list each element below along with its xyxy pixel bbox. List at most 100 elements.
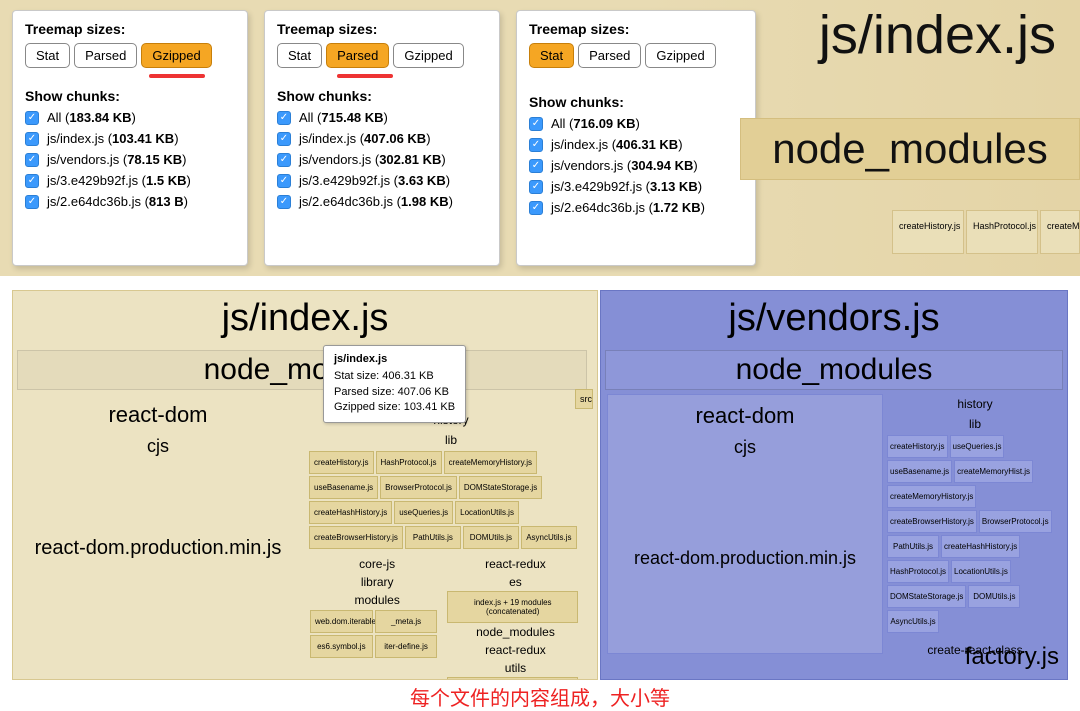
gzipped-button[interactable]: Gzipped [141,43,211,68]
stat-button[interactable]: Stat [529,43,574,68]
treemap-cell[interactable]: connectAdvanced.js [447,677,578,680]
treemap-cell[interactable]: LocationUtils.js [455,501,519,524]
treemap-cell[interactable]: HashProtocol.js [966,210,1038,254]
chunk-item[interactable]: ✓All (715.48 KB) [277,110,487,125]
checkbox-icon[interactable]: ✓ [529,117,543,131]
chunk-item[interactable]: ✓ All (716.09 KB) [529,116,743,131]
chunk-item[interactable]: ✓ All (183.84 KB) [25,110,235,125]
treemap-cell[interactable]: createHashHistory.js [941,535,1020,558]
stat-button[interactable]: Stat [277,43,322,68]
treemap-cell[interactable]: createHistory.js [892,210,964,254]
checkbox-icon[interactable]: ✓ [277,195,291,209]
chunk-item[interactable]: ✓js/index.js (103.41 KB) [25,131,235,146]
chunk-item[interactable]: ✓ js/index.js (407.06 KB) [277,131,487,146]
treemap-cell[interactable]: createBrowserHistory.js [887,510,977,533]
chunk-item[interactable]: ✓ js/2.e64dc36b.js (1.98 KB) [277,194,487,209]
treemap-cell[interactable]: DOMStateStorage.js [887,585,966,608]
figure-caption: 每个文件的内容组成，大小等 [0,682,1080,711]
parsed-button[interactable]: Parsed [578,43,641,68]
chunk-item[interactable]: ✓js/index.js (406.31 KB) [529,137,743,152]
checkbox-icon[interactable]: ✓ [529,138,543,152]
parsed-button[interactable]: Parsed [74,43,137,68]
treemap-cell[interactable]: DOMUtils.js [968,585,1020,608]
gzipped-button[interactable]: Gzipped [645,43,715,68]
treemap-index[interactable]: js/index.js node_modules react-dom cjs r… [12,290,598,680]
tooltip-gzipped: Gzipped size: 103.41 KB [334,400,455,415]
parsed-button[interactable]: Parsed [326,43,389,68]
chunk-item[interactable]: ✓js/vendors.js (304.94 KB) [529,158,743,173]
chunk-label: js/index.js (407.06 KB) [299,131,431,146]
treemap-cell[interactable]: BrowserProtocol.js [380,476,457,499]
top-region: Treemap sizes: Stat Parsed Gzipped Show … [0,0,1080,276]
treemap-cell[interactable]: createHashHistory.js [309,501,392,524]
treemap-cell[interactable]: HashProtocol.js [376,451,442,474]
chunk-item[interactable]: ✓js/2.e64dc36b.js (1.72 KB) [529,200,743,215]
treemap-cell-title[interactable]: js/index.js [819,4,1056,66]
chunk-item[interactable]: ✓js/3.e429b92f.js (3.63 KB) [277,173,487,188]
treemap-cell[interactable]: LocationUtils.js [951,560,1011,583]
treemap-cell[interactable]: createBrowserHistory.js [309,526,403,549]
treemap-vendors[interactable]: js/vendors.js node_modules react-dom cjs… [600,290,1068,680]
treemap-cell[interactable]: AsyncUtils.js [521,526,577,549]
treemap-cell[interactable]: createMemoryHistory.js [444,451,537,474]
size-toggle: Stat Parsed Gzipped [529,43,743,68]
panel-title: Treemap sizes: [277,21,487,37]
show-chunks-title: Show chunks: [277,88,487,104]
treemap-cell[interactable]: AsyncUtils.js [887,610,939,633]
chunk-label: js/vendors.js (78.15 KB) [47,152,186,167]
treemap-group-label: history [887,395,1063,413]
treemap-cell[interactable]: createMemoryHistory.js [887,485,976,508]
treemap-group-label: node_modules [447,623,583,641]
checkbox-icon[interactable]: ✓ [25,153,39,167]
treemap-cell[interactable]: src [575,389,593,409]
checkbox-icon[interactable]: ✓ [25,132,39,146]
checkbox-icon[interactable]: ✓ [277,174,291,188]
stat-button[interactable]: Stat [25,43,70,68]
treemap-cell-label: cjs [21,436,295,457]
treemap-cell[interactable]: _meta.js [375,610,438,633]
checkbox-icon[interactable]: ✓ [277,111,291,125]
treemap-cell[interactable]: useBasename.js [887,460,952,483]
treemap-cell[interactable]: PathUtils.js [405,526,461,549]
treemap-cell[interactable]: DOMUtils.js [463,526,519,549]
chunk-label: All (183.84 KB) [47,110,136,125]
treemap-cell[interactable]: useQueries.js [950,435,1005,458]
treemap-cell[interactable]: HashProtocol.js [887,560,949,583]
gzipped-button[interactable]: Gzipped [393,43,463,68]
treemap-cell[interactable]: createMemoryHist.js [954,460,1033,483]
chunk-item[interactable]: ✓js/vendors.js (302.81 KB) [277,152,487,167]
treemap-cell[interactable]: es6.symbol.js [310,635,373,658]
checkbox-icon[interactable]: ✓ [277,153,291,167]
checkbox-icon[interactable]: ✓ [25,195,39,209]
chunk-item[interactable]: ✓js/3.e429b92f.js (3.13 KB) [529,179,743,194]
checkbox-icon[interactable]: ✓ [529,201,543,215]
treemap-cell[interactable]: createMemc [1040,210,1080,254]
treemap-cell[interactable]: PathUtils.js [887,535,939,558]
checkbox-icon[interactable]: ✓ [529,159,543,173]
checkbox-icon[interactable]: ✓ [277,132,291,146]
chunk-label: js/2.e64dc36b.js (1.98 KB) [299,194,453,209]
chunk-label: All (716.09 KB) [551,116,640,131]
treemap-cell[interactable]: BrowserProtocol.js [979,510,1052,533]
treemap-cell[interactable]: iter-define.js [375,635,438,658]
chunk-item[interactable]: ✓ js/vendors.js (78.15 KB) [25,152,235,167]
treemap-cell[interactable]: useBasename.js [309,476,378,499]
treemap-cell[interactable]: DOMStateStorage.js [459,476,542,499]
treemap-cell[interactable]: createHistory.js [887,435,948,458]
treemap-nodemodules[interactable]: node_modules [17,350,587,390]
chunk-item[interactable]: ✓js/3.e429b92f.js (1.5 KB) [25,173,235,188]
chunk-item[interactable]: ✓js/2.e64dc36b.js (813 B) [25,194,235,209]
treemap-cell-label: react-dom.production.min.js [21,537,295,560]
treemap-reactdom[interactable]: react-dom cjs react-dom.production.min.j… [607,394,883,654]
checkbox-icon[interactable]: ✓ [25,174,39,188]
treemap-cell[interactable]: index.js + 19 modules (concatenated) [447,591,578,623]
checkbox-icon[interactable]: ✓ [25,111,39,125]
checkbox-icon[interactable]: ✓ [529,180,543,194]
treemap-cell[interactable]: createHistory.js [309,451,374,474]
treemap-cell[interactable]: web.dom.iterable.js [310,610,373,633]
treemap-cell-factory[interactable]: factory.js [965,643,1059,671]
treemap-reactdom[interactable]: react-dom cjs react-dom.production.min.j… [13,394,303,564]
treemap-cell[interactable]: useQueries.js [394,501,453,524]
treemap-cell-nodemodules[interactable]: node_modules [740,118,1080,180]
treemap-nodemodules[interactable]: node_modules [605,350,1063,390]
